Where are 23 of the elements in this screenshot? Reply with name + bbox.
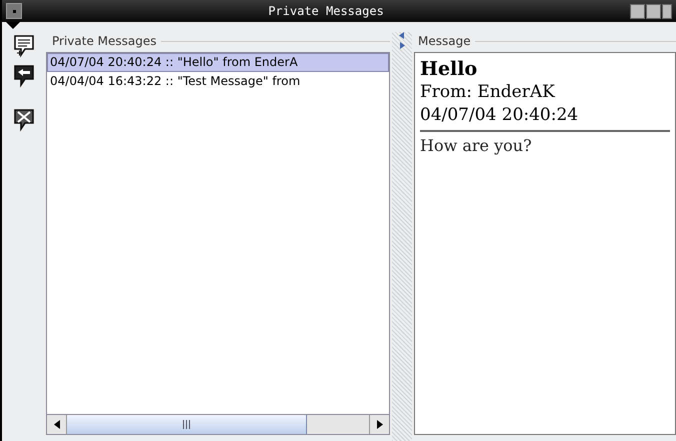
panel-title: Private Messages xyxy=(51,33,156,50)
grip-icon xyxy=(183,420,190,429)
right-arrow-icon xyxy=(376,420,382,429)
message-list-item[interactable]: 04/07/04 20:40:24 :: "Hello" from EnderA xyxy=(47,53,389,72)
message-subject: Hello xyxy=(420,57,478,81)
message-body: How are you? xyxy=(420,135,533,157)
left-arrow-icon xyxy=(54,420,60,429)
message-date: 04/07/04 20:40:24 xyxy=(420,104,580,127)
minimize-button[interactable] xyxy=(630,4,645,18)
dropdown-arrow-icon[interactable] xyxy=(6,22,20,29)
close-button[interactable] xyxy=(662,4,672,18)
reply-icon[interactable] xyxy=(13,64,35,88)
message-sender: From: EnderAK xyxy=(420,81,556,104)
window-title: Private Messages xyxy=(267,3,385,20)
panel-title: Message xyxy=(417,33,471,50)
scrollbar-thumb[interactable] xyxy=(67,415,307,434)
new-message-icon[interactable] xyxy=(13,34,35,58)
horizontal-scrollbar[interactable] xyxy=(47,414,389,434)
collapse-arrows-icon[interactable] xyxy=(398,32,406,50)
maximize-button[interactable] xyxy=(646,4,661,18)
window-menu-button[interactable] xyxy=(6,3,22,19)
message-list-item[interactable]: 04/04/04 16:43:22 :: "Test Message" from xyxy=(47,72,389,91)
delete-message-icon[interactable] xyxy=(13,108,35,132)
